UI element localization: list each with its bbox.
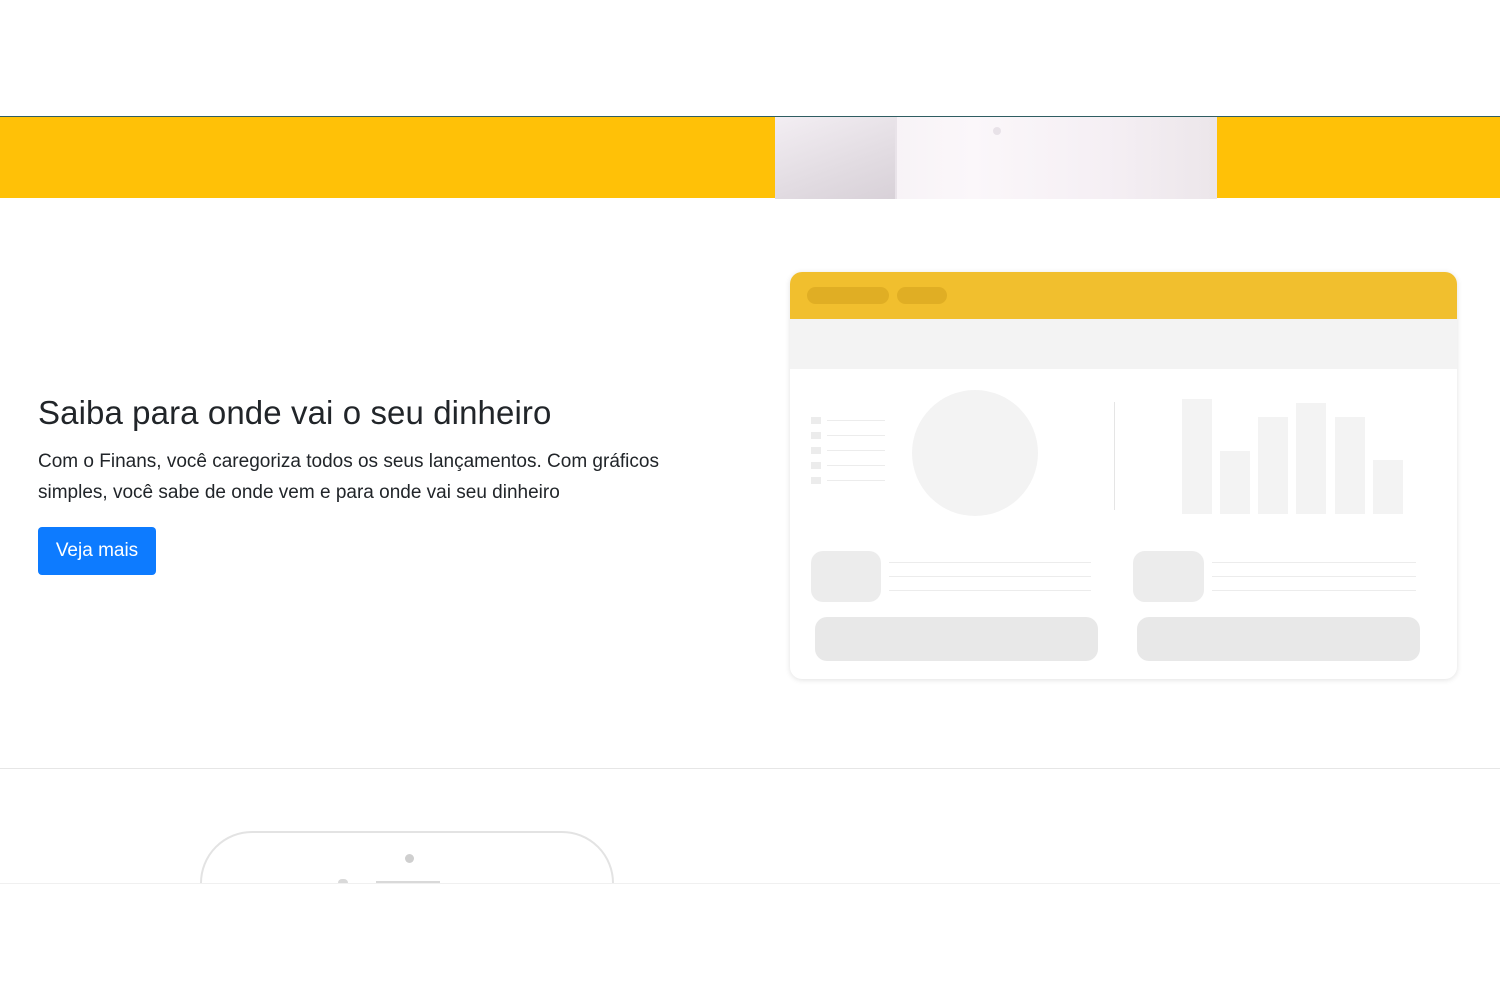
mockup-header-pill [897, 287, 947, 304]
mockup-legend-dot [811, 432, 821, 439]
mockup-header-pill [807, 287, 889, 304]
mockup-card [1133, 551, 1204, 602]
mockup-legend-line [827, 420, 885, 421]
device-camera-dot [405, 854, 414, 863]
hero-banner [0, 116, 1500, 199]
mockup-legend-line [827, 480, 885, 481]
mockup-bar [1258, 417, 1288, 514]
mockup-text-line [1212, 562, 1416, 563]
mockup-wide-block [1137, 617, 1420, 661]
shirt-button [993, 127, 1001, 135]
page: Saiba para onde vai o seu dinheiro Com o… [0, 0, 1500, 1000]
mockup-text-line [1212, 576, 1416, 577]
mockup-bar [1220, 451, 1250, 514]
hero-person-image [775, 117, 1217, 199]
mockup-bar [1335, 417, 1365, 514]
dashboard-mockup-illustration [790, 272, 1457, 679]
mockup-card [811, 551, 881, 602]
mockup-bar [1373, 460, 1403, 514]
mockup-divider [1114, 402, 1115, 510]
mockup-text-line [1212, 590, 1416, 591]
feature-title: Saiba para onde vai o seu dinheiro [38, 394, 552, 431]
mockup-legend-dot [811, 447, 821, 454]
mockup-legend-dot [811, 417, 821, 424]
mockup-wide-block [815, 617, 1098, 661]
viewport-bottom-area [0, 883, 1500, 1000]
mockup-legend-dot [811, 462, 821, 469]
mockup-pie-chart [912, 390, 1038, 516]
feature-description: Com o Finans, você caregoriza todos os s… [38, 451, 659, 503]
mockup-legend-line [827, 465, 885, 466]
mockup-text-line [889, 562, 1091, 563]
mockup-bar [1296, 403, 1326, 514]
mockup-header [790, 272, 1457, 319]
hero-person-arm [775, 117, 897, 199]
mockup-toolbar [790, 319, 1457, 369]
mockup-legend-line [827, 435, 885, 436]
mockup-legend-line [827, 450, 885, 451]
section-divider [0, 768, 1500, 769]
mockup-bar [1182, 399, 1212, 514]
mockup-text-line [889, 590, 1091, 591]
veja-mais-button[interactable]: Veja mais [38, 527, 156, 575]
mockup-legend-dot [811, 477, 821, 484]
mockup-text-line [889, 576, 1091, 577]
